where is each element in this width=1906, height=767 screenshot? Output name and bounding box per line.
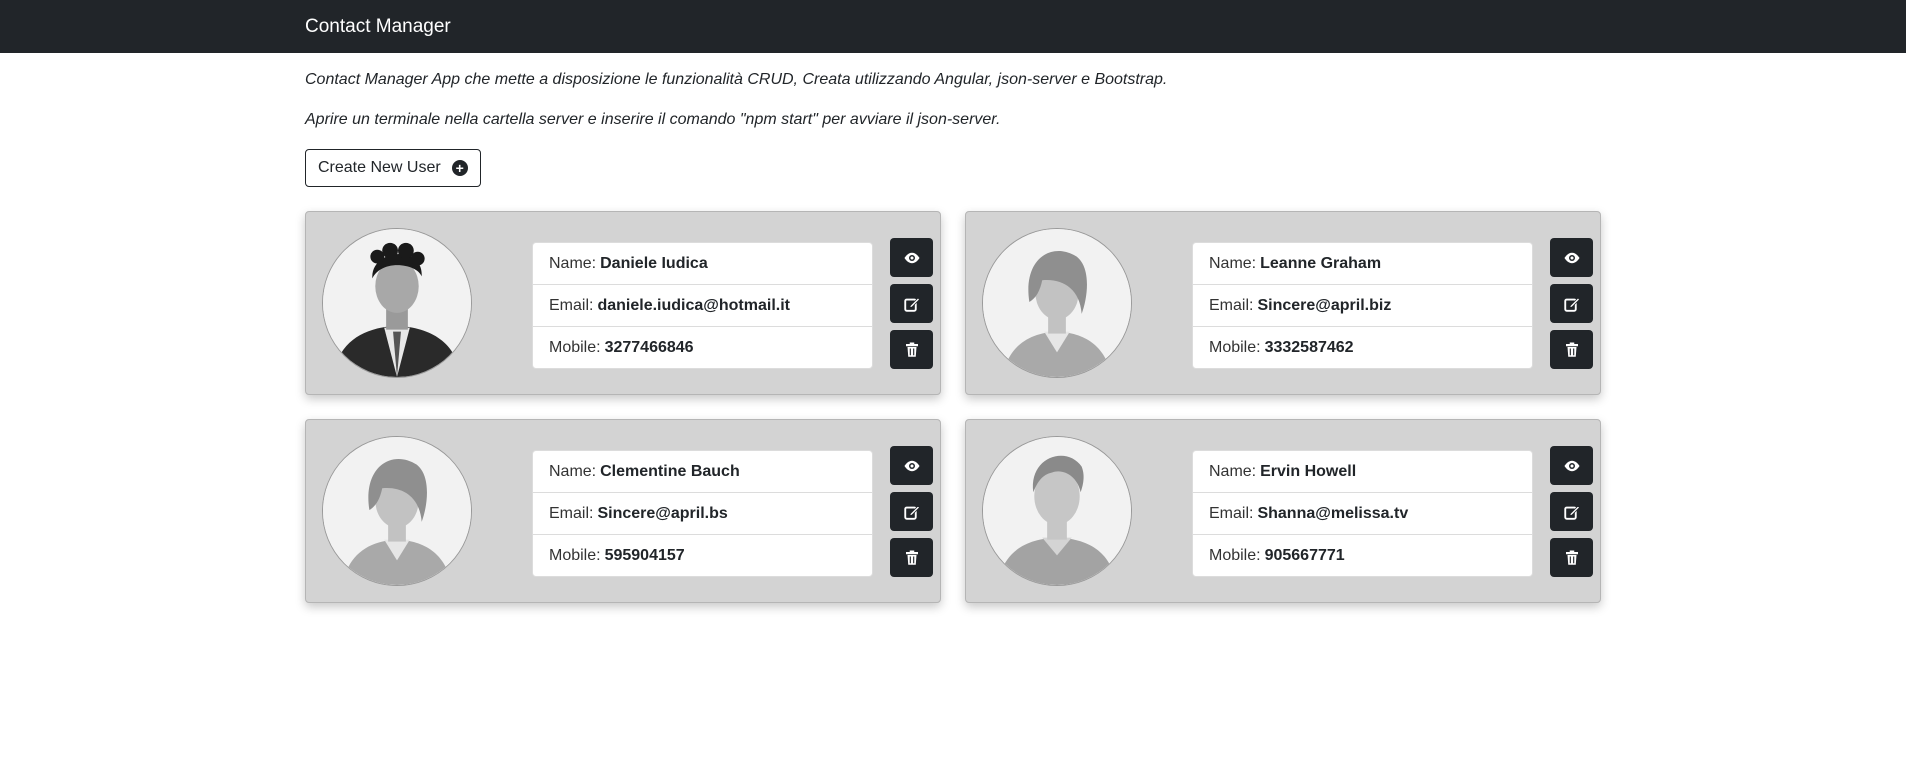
email-label: Email:: [549, 296, 594, 314]
mobile-label: Mobile:: [549, 546, 601, 564]
eye-icon: [1564, 460, 1579, 471]
mobile-label: Mobile:: [1209, 546, 1261, 564]
delete-contact-button[interactable]: [1550, 538, 1593, 577]
edit-icon: [1563, 504, 1580, 520]
top-navbar: Contact Manager: [0, 0, 1906, 53]
contact-email: daniele.iudica@hotmail.it: [597, 296, 790, 314]
edit-icon: [1563, 296, 1580, 312]
contact-name-row: Name: Clementine Bauch: [533, 451, 872, 493]
create-new-user-button[interactable]: Create New User +: [305, 149, 481, 187]
edit-contact-button[interactable]: [890, 284, 933, 323]
eye-icon: [904, 252, 919, 263]
avatar-male-placeholder-icon: [983, 437, 1131, 585]
contact-mobile: 3332587462: [1264, 338, 1354, 356]
contact-email: Sincere@april.biz: [1257, 296, 1392, 314]
contact-info-list: Name: Clementine Bauch Email: Sincere@ap…: [532, 450, 873, 577]
intro-description: Contact Manager App che mette a disposiz…: [305, 71, 1168, 88]
email-label: Email:: [1209, 296, 1254, 314]
contact-name-row: Name: Ervin Howell: [1193, 451, 1532, 493]
avatar-female-placeholder-icon: [983, 229, 1131, 377]
trash-icon: [1565, 550, 1578, 565]
avatar-photo-icon: [323, 229, 471, 377]
contact-actions: [1550, 446, 1593, 577]
contact-name-row: Name: Leanne Graham: [1193, 243, 1532, 285]
contact-name: Clementine Bauch: [600, 462, 740, 480]
mobile-label: Mobile:: [1209, 338, 1261, 356]
contact-actions: [890, 238, 933, 369]
contact-email-row: Email: daniele.iudica@hotmail.it: [533, 285, 872, 327]
name-label: Name:: [1209, 254, 1257, 272]
view-contact-button[interactable]: [1550, 446, 1593, 485]
contact-name: Daniele Iudica: [600, 254, 708, 272]
contact-name: Ervin Howell: [1260, 462, 1357, 480]
view-contact-button[interactable]: [1550, 238, 1593, 277]
contact-card: Name: Leanne Graham Email: Sincere@april…: [965, 211, 1601, 395]
contacts-grid: Name: Daniele Iudica Email: daniele.iudi…: [305, 211, 1601, 603]
name-label: Name:: [549, 462, 597, 480]
contact-info-list: Name: Leanne Graham Email: Sincere@april…: [1192, 242, 1533, 369]
edit-icon: [903, 296, 920, 312]
contact-mobile: 905667771: [1264, 546, 1345, 564]
view-contact-button[interactable]: [890, 446, 933, 485]
contact-name-row: Name: Daniele Iudica: [533, 243, 872, 285]
name-label: Name:: [549, 254, 597, 272]
contact-info-list: Name: Daniele Iudica Email: daniele.iudi…: [532, 242, 873, 369]
contact-info-list: Name: Ervin Howell Email: Shanna@melissa…: [1192, 450, 1533, 577]
delete-contact-button[interactable]: [890, 538, 933, 577]
contact-actions: [890, 446, 933, 577]
contact-name: Leanne Graham: [1260, 254, 1382, 272]
delete-contact-button[interactable]: [890, 330, 933, 369]
contact-email-row: Email: Sincere@april.biz: [1193, 285, 1532, 327]
contact-email-row: Email: Sincere@april.bs: [533, 493, 872, 535]
create-new-user-label: Create New User: [318, 159, 441, 176]
intro-instructions: Aprire un terminale nella cartella serve…: [305, 111, 1001, 128]
edit-contact-button[interactable]: [1550, 284, 1593, 323]
contact-mobile: 595904157: [604, 546, 685, 564]
contact-avatar: [982, 228, 1132, 378]
trash-icon: [905, 342, 918, 357]
contact-email: Shanna@melissa.tv: [1257, 504, 1409, 522]
contact-mobile-row: Mobile: 3277466846: [533, 327, 872, 368]
contact-card: Name: Ervin Howell Email: Shanna@melissa…: [965, 419, 1601, 603]
contact-actions: [1550, 238, 1593, 369]
edit-icon: [903, 504, 920, 520]
mobile-label: Mobile:: [549, 338, 601, 356]
plus-circle-icon: +: [451, 160, 468, 176]
app-brand[interactable]: Contact Manager: [305, 16, 451, 38]
eye-icon: [904, 460, 919, 471]
contact-mobile-row: Mobile: 905667771: [1193, 535, 1532, 576]
edit-contact-button[interactable]: [890, 492, 933, 531]
delete-contact-button[interactable]: [1550, 330, 1593, 369]
contact-avatar: [982, 436, 1132, 586]
view-contact-button[interactable]: [890, 238, 933, 277]
eye-icon: [1564, 252, 1579, 263]
contact-mobile-row: Mobile: 595904157: [533, 535, 872, 576]
contact-mobile-row: Mobile: 3332587462: [1193, 327, 1532, 368]
edit-contact-button[interactable]: [1550, 492, 1593, 531]
email-label: Email:: [1209, 504, 1254, 522]
contact-email: Sincere@april.bs: [597, 504, 728, 522]
trash-icon: [1565, 342, 1578, 357]
contact-card: Name: Daniele Iudica Email: daniele.iudi…: [305, 211, 941, 395]
email-label: Email:: [549, 504, 594, 522]
trash-icon: [905, 550, 918, 565]
contact-avatar: [322, 228, 472, 378]
avatar-female-placeholder-icon: [323, 437, 471, 585]
name-label: Name:: [1209, 462, 1257, 480]
contact-email-row: Email: Shanna@melissa.tv: [1193, 493, 1532, 535]
contact-avatar: [322, 436, 472, 586]
contact-mobile: 3277466846: [604, 338, 694, 356]
contact-card: Name: Clementine Bauch Email: Sincere@ap…: [305, 419, 941, 603]
